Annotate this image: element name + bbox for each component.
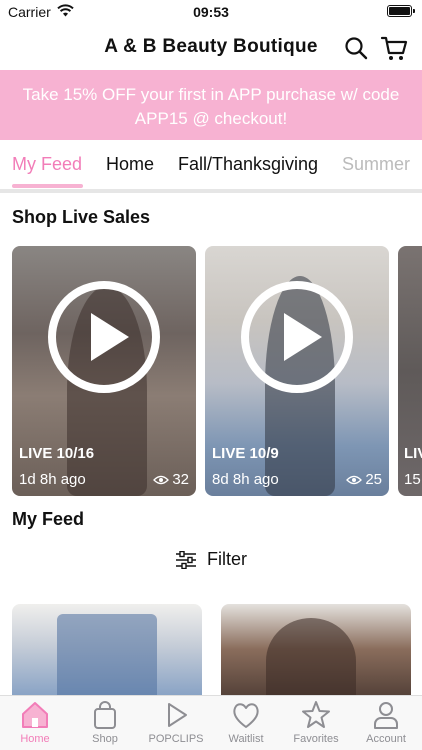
play-icon (168, 703, 187, 727)
tabbar-label: Waitlist (228, 733, 264, 745)
time-ago: 1d 8h ago (19, 471, 86, 488)
tabbar-waitlist[interactable]: Waitlist (211, 700, 281, 745)
filter-row: Filter (0, 549, 422, 574)
tabbar-label: Home (20, 733, 50, 745)
feed-heading: My Feed (12, 509, 85, 529)
home-icon (22, 702, 48, 728)
view-count: 25 (346, 471, 382, 488)
time-ago: 15 (404, 471, 421, 488)
tabbar-label: Account (366, 733, 406, 745)
tab-home[interactable]: Home (106, 154, 154, 175)
sliders-icon (176, 550, 196, 569)
tabbar-favorites[interactable]: Favorites (281, 700, 351, 745)
star-icon (302, 701, 330, 728)
filter-button[interactable]: Filter (175, 549, 247, 570)
search-icon[interactable] (344, 36, 368, 65)
cart-icon[interactable] (380, 34, 408, 67)
live-sale-card[interactable]: LIVE 10/16 1d 8h ago 32 (12, 246, 196, 496)
clock: 09:53 (193, 4, 229, 20)
app-header: A & B Beauty Boutique (0, 24, 422, 70)
status-bar: Carrier 09:53 (0, 0, 422, 24)
battery-icon (387, 5, 415, 17)
tab-summer[interactable]: Summer (342, 154, 410, 175)
divider (0, 189, 422, 193)
eye-icon (346, 475, 363, 484)
product-card[interactable] (12, 604, 202, 704)
heart-icon (233, 703, 259, 728)
bottom-tab-bar: Home Shop POPCLIPS Waitlist Favorites Ac… (0, 695, 422, 750)
person-icon (374, 702, 398, 729)
product-image (57, 614, 157, 704)
product-card[interactable] (221, 604, 411, 704)
live-sale-card[interactable]: LIVE 10/9 8d 8h ago 25 (205, 246, 389, 496)
tabbar-home[interactable]: Home (0, 700, 70, 745)
active-tab-indicator (12, 184, 83, 188)
tab-my-feed[interactable]: My Feed (12, 154, 82, 175)
tabbar-popclips[interactable]: POPCLIPS (141, 700, 211, 745)
view-count: 32 (153, 471, 189, 488)
promo-banner[interactable]: Take 15% OFF your first in APP purchase … (0, 70, 422, 140)
view-count-value: 25 (365, 471, 382, 488)
eye-icon (153, 475, 170, 484)
bag-icon (94, 701, 116, 729)
play-icon[interactable] (47, 280, 161, 394)
tabbar-label: Shop (92, 733, 118, 745)
play-icon[interactable] (240, 280, 354, 394)
live-sales-heading: Shop Live Sales (12, 207, 151, 227)
tabbar-account[interactable]: Account (351, 700, 421, 745)
view-count-value: 32 (172, 471, 189, 488)
tabbar-label: Favorites (293, 733, 339, 745)
tabbar-label: POPCLIPS (148, 733, 204, 745)
live-date-label: LIVE 10/16 (19, 445, 95, 462)
live-sale-card[interactable]: LIV 15 (398, 246, 422, 496)
time-ago: 8d 8h ago (212, 471, 279, 488)
live-date-label: LIVE 10/9 (212, 445, 279, 462)
filter-label: Filter (207, 549, 247, 569)
live-date-label: LIV (404, 445, 422, 462)
tab-fall-thanksgiving[interactable]: Fall/Thanksgiving (178, 154, 318, 175)
product-image (266, 618, 356, 704)
tabbar-shop[interactable]: Shop (70, 700, 140, 745)
